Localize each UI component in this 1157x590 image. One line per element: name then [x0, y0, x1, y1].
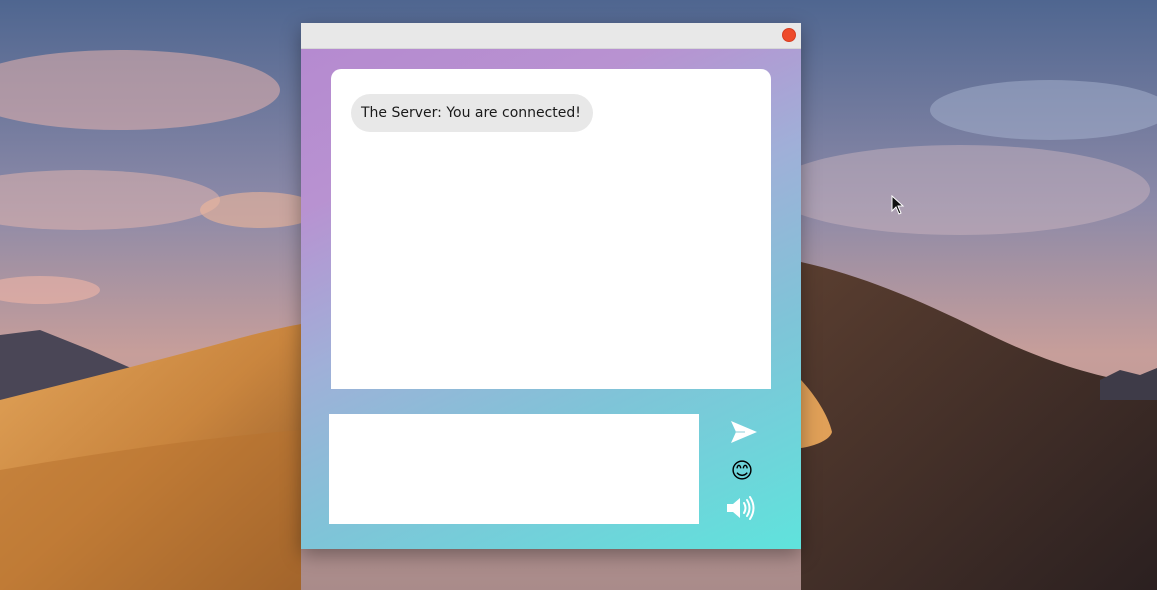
desktop: The Server: You are connected! 😊 [0, 0, 1157, 590]
title-bar[interactable] [301, 23, 801, 49]
speaker-volume-icon [727, 496, 755, 520]
emoji-button[interactable]: 😊 [727, 457, 757, 487]
send-arrow-icon [731, 421, 757, 443]
chat-client-area: The Server: You are connected! 😊 [301, 49, 801, 549]
chat-window: The Server: You are connected! 😊 [301, 23, 801, 549]
send-button[interactable] [727, 417, 761, 447]
sound-toggle-button[interactable] [723, 493, 759, 523]
message-bubble: The Server: You are connected! [351, 94, 593, 132]
message-text: The Server: You are connected! [361, 105, 581, 121]
mouse-cursor-icon [891, 195, 905, 215]
close-window-button[interactable] [782, 28, 796, 42]
chat-log[interactable]: The Server: You are connected! [331, 69, 771, 389]
smiley-emoji-icon: 😊 [730, 459, 754, 484]
message-input[interactable] [329, 414, 699, 524]
